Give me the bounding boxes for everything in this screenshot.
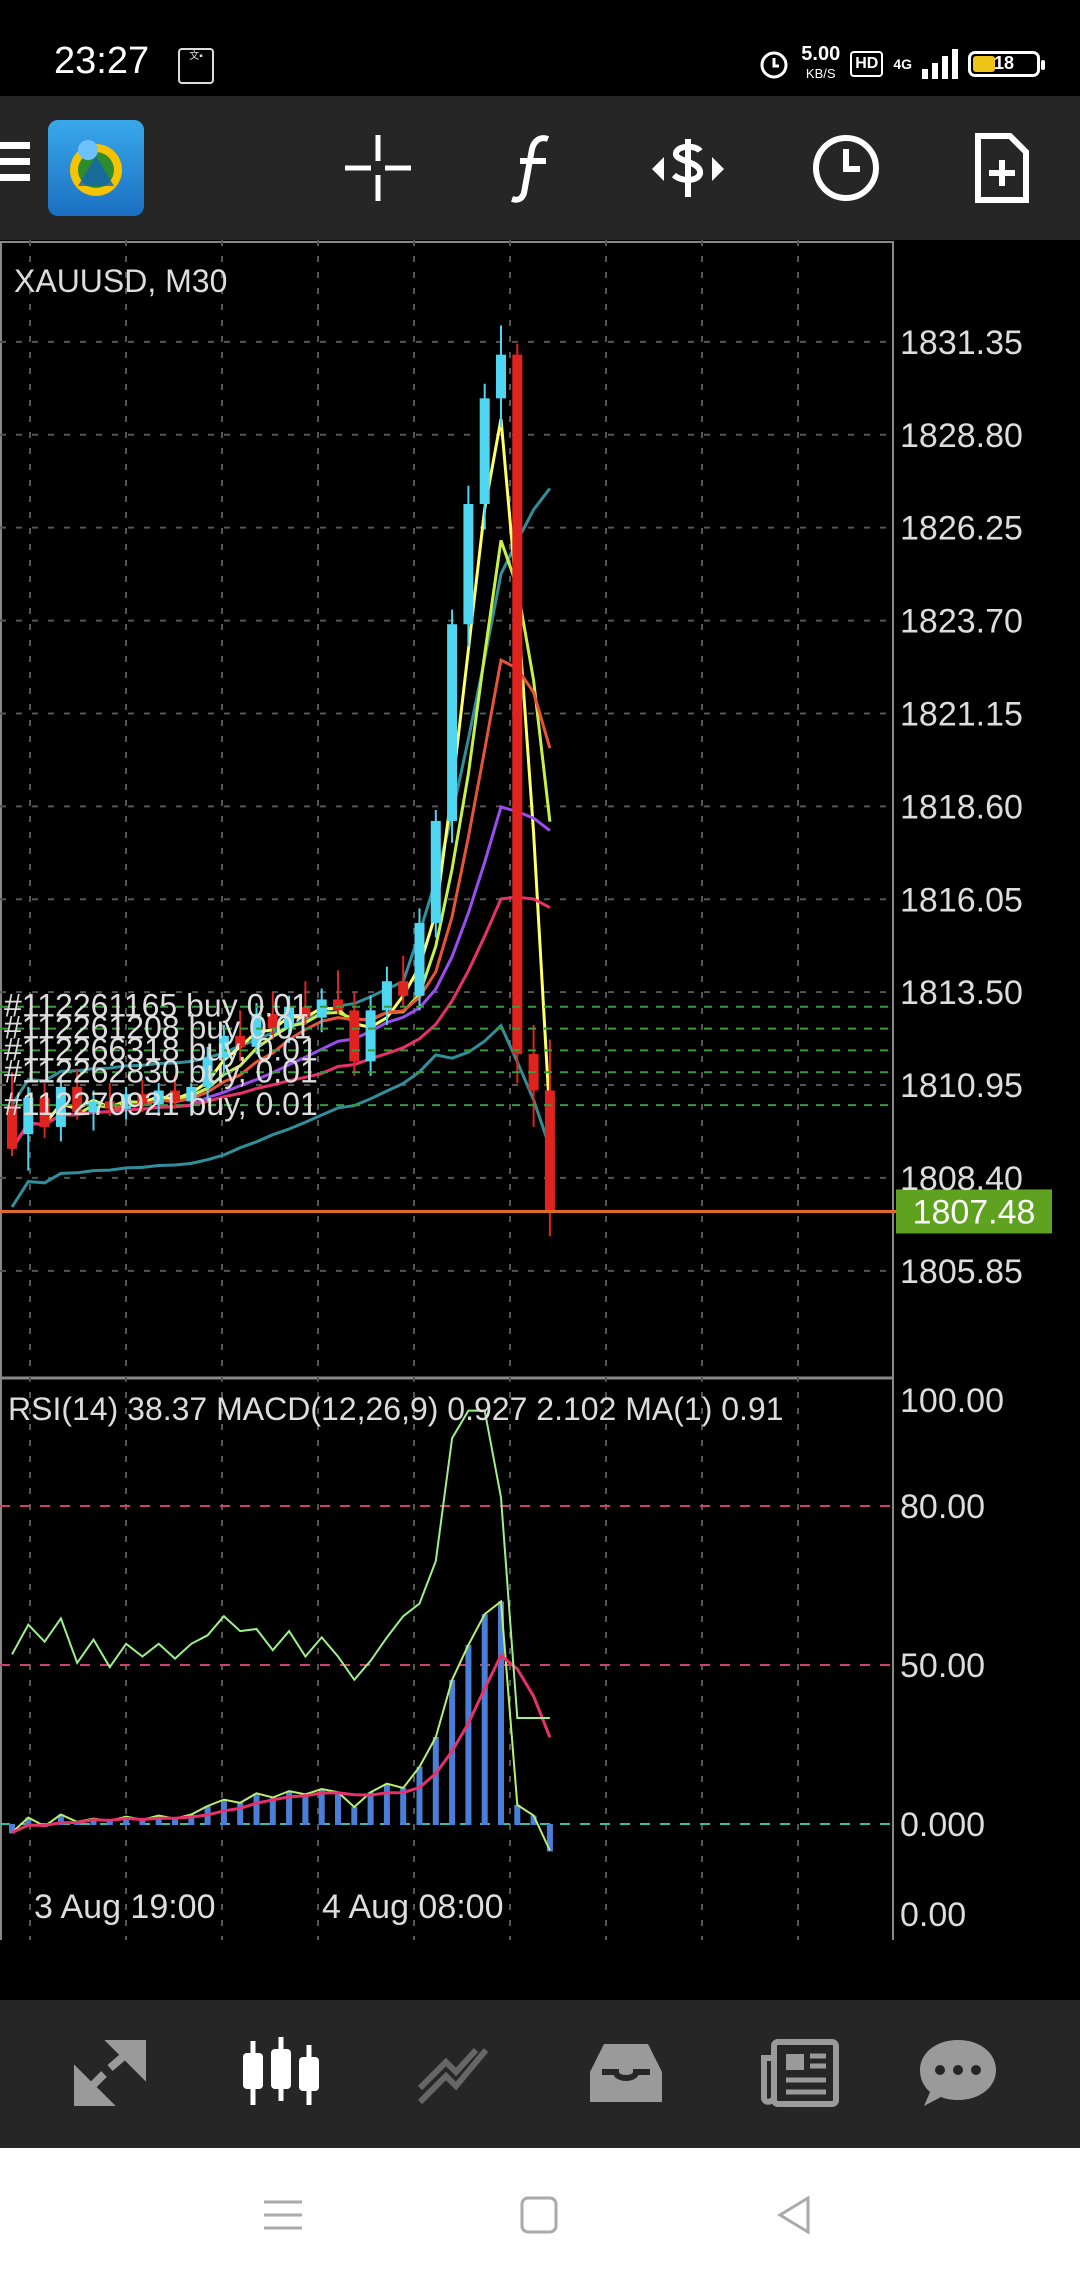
price-axis: 1831.35 1828.80 1826.25 1823.70 1821.15 1818.… [900, 324, 1023, 1291]
indicator-label: RSI(14) 38.37 MACD(12,26,9) 0.927 2.102 … [8, 1391, 784, 1427]
network-type: 4G [893, 56, 912, 72]
indicator-tick-label: 0.000 [900, 1806, 985, 1844]
time-tick-label: 4 Aug 08:00 [322, 1888, 504, 1926]
candle-body [447, 624, 458, 821]
symbol-label: XAUUSD, M30 [14, 263, 227, 299]
macd-bar [416, 1766, 423, 1825]
macd-bar [351, 1807, 358, 1825]
battery-icon: 18 [968, 51, 1045, 77]
status-bar: 23:27 文▪ 5.00 KB/S HD 4G 18 [0, 0, 1080, 96]
price-tick-label: 1805.85 [900, 1253, 1023, 1291]
price-tick-label: 1831.35 [900, 324, 1023, 362]
macd-bar [481, 1614, 488, 1825]
signal-icon [922, 49, 958, 79]
current-price-label: 1807.48 [913, 1193, 1036, 1231]
battery-level: 18 [993, 53, 1015, 73]
bottom-nav [0, 2000, 1080, 2148]
candle-body [544, 1090, 555, 1211]
hd-badge: HD [850, 51, 884, 77]
indicator-tick-label: 80.00 [900, 1488, 985, 1526]
candle-body [398, 981, 409, 996]
order-labels: #112261165 buy 0.01#112261208 buy 0.01#1… [4, 988, 318, 1122]
indicator-tick-label: 100.00 [900, 1382, 1004, 1420]
candle-body [414, 922, 425, 996]
macd-bar [465, 1644, 472, 1825]
price-tick-label: 1813.50 [900, 974, 1023, 1012]
price-tick-label: 1826.25 [900, 510, 1023, 548]
top-toolbar [0, 96, 1080, 240]
trade-dollar-icon[interactable] [648, 128, 728, 208]
trade-tab-icon[interactable] [404, 2028, 504, 2118]
price-chart[interactable]: 1807.48 XAUUSD, M30 1831.35 1828.80 1826.2… [0, 240, 1080, 1949]
price-tick-label: 1818.60 [900, 788, 1023, 826]
metatrader-logo[interactable] [48, 120, 144, 216]
macd-bar [302, 1794, 309, 1825]
macd-bar [514, 1804, 521, 1825]
indicator-tick-label: 0.00 [900, 1896, 966, 1934]
notification-icon: 文▪ [178, 48, 214, 84]
time-tick-label: 3 Aug 19:00 [34, 1888, 216, 1926]
macd-bar [253, 1793, 260, 1825]
macd-bar [335, 1792, 341, 1825]
home-nav-icon[interactable] [514, 2190, 564, 2240]
macd-bar [367, 1792, 374, 1825]
news-tab-icon[interactable] [750, 2028, 850, 2118]
menu-nav-icon[interactable] [258, 2190, 308, 2240]
order-label: #112262830 buy, 0.01 [4, 1053, 318, 1089]
clock-icon[interactable] [806, 128, 886, 208]
menu-icon[interactable] [0, 142, 30, 190]
crosshair-icon[interactable] [338, 128, 418, 208]
alarm-icon [760, 51, 788, 79]
candle-body [496, 354, 506, 399]
candle-body [430, 820, 441, 923]
candle-body [463, 504, 474, 625]
chat-tab-icon[interactable] [908, 2028, 1008, 2118]
candle-body [512, 354, 523, 1055]
status-icons: 5.00 KB/S HD 4G 18 [757, 43, 1045, 84]
price-tick-label: 1810.95 [900, 1067, 1023, 1105]
chart-area[interactable]: 1807.48 XAUUSD, M30 1831.35 1828.80 1826.2… [0, 240, 1080, 1949]
back-nav-icon[interactable] [770, 2190, 820, 2240]
price-tick-label: 1828.80 [900, 417, 1023, 455]
indicator-tick-label: 50.00 [900, 1647, 985, 1685]
new-order-icon[interactable] [962, 128, 1042, 208]
history-tab-icon[interactable] [576, 2028, 676, 2118]
chart-tab-icon[interactable] [232, 2028, 332, 2118]
price-tick-label: 1816.05 [900, 881, 1023, 919]
candle-body [333, 999, 343, 1011]
candle-body [479, 398, 490, 504]
price-tick-label: 1821.15 [900, 695, 1023, 733]
price-tick-label: 1808.40 [900, 1160, 1023, 1198]
candle-body [365, 1010, 376, 1062]
network-speed: 5.00 KB/S [801, 43, 841, 81]
candle-body [316, 999, 327, 1018]
price-tick-label: 1823.70 [900, 603, 1023, 641]
system-nav-bar [0, 2148, 1080, 2280]
quotes-tab-icon[interactable] [60, 2028, 160, 2118]
status-time: 23:27 [54, 40, 150, 82]
macd-bar [383, 1783, 390, 1825]
macd-bar [432, 1737, 439, 1825]
candle-body [349, 1010, 360, 1062]
indicator-f-icon[interactable] [494, 128, 574, 208]
order-label: #112270921 buy, 0.01 [4, 1086, 318, 1122]
